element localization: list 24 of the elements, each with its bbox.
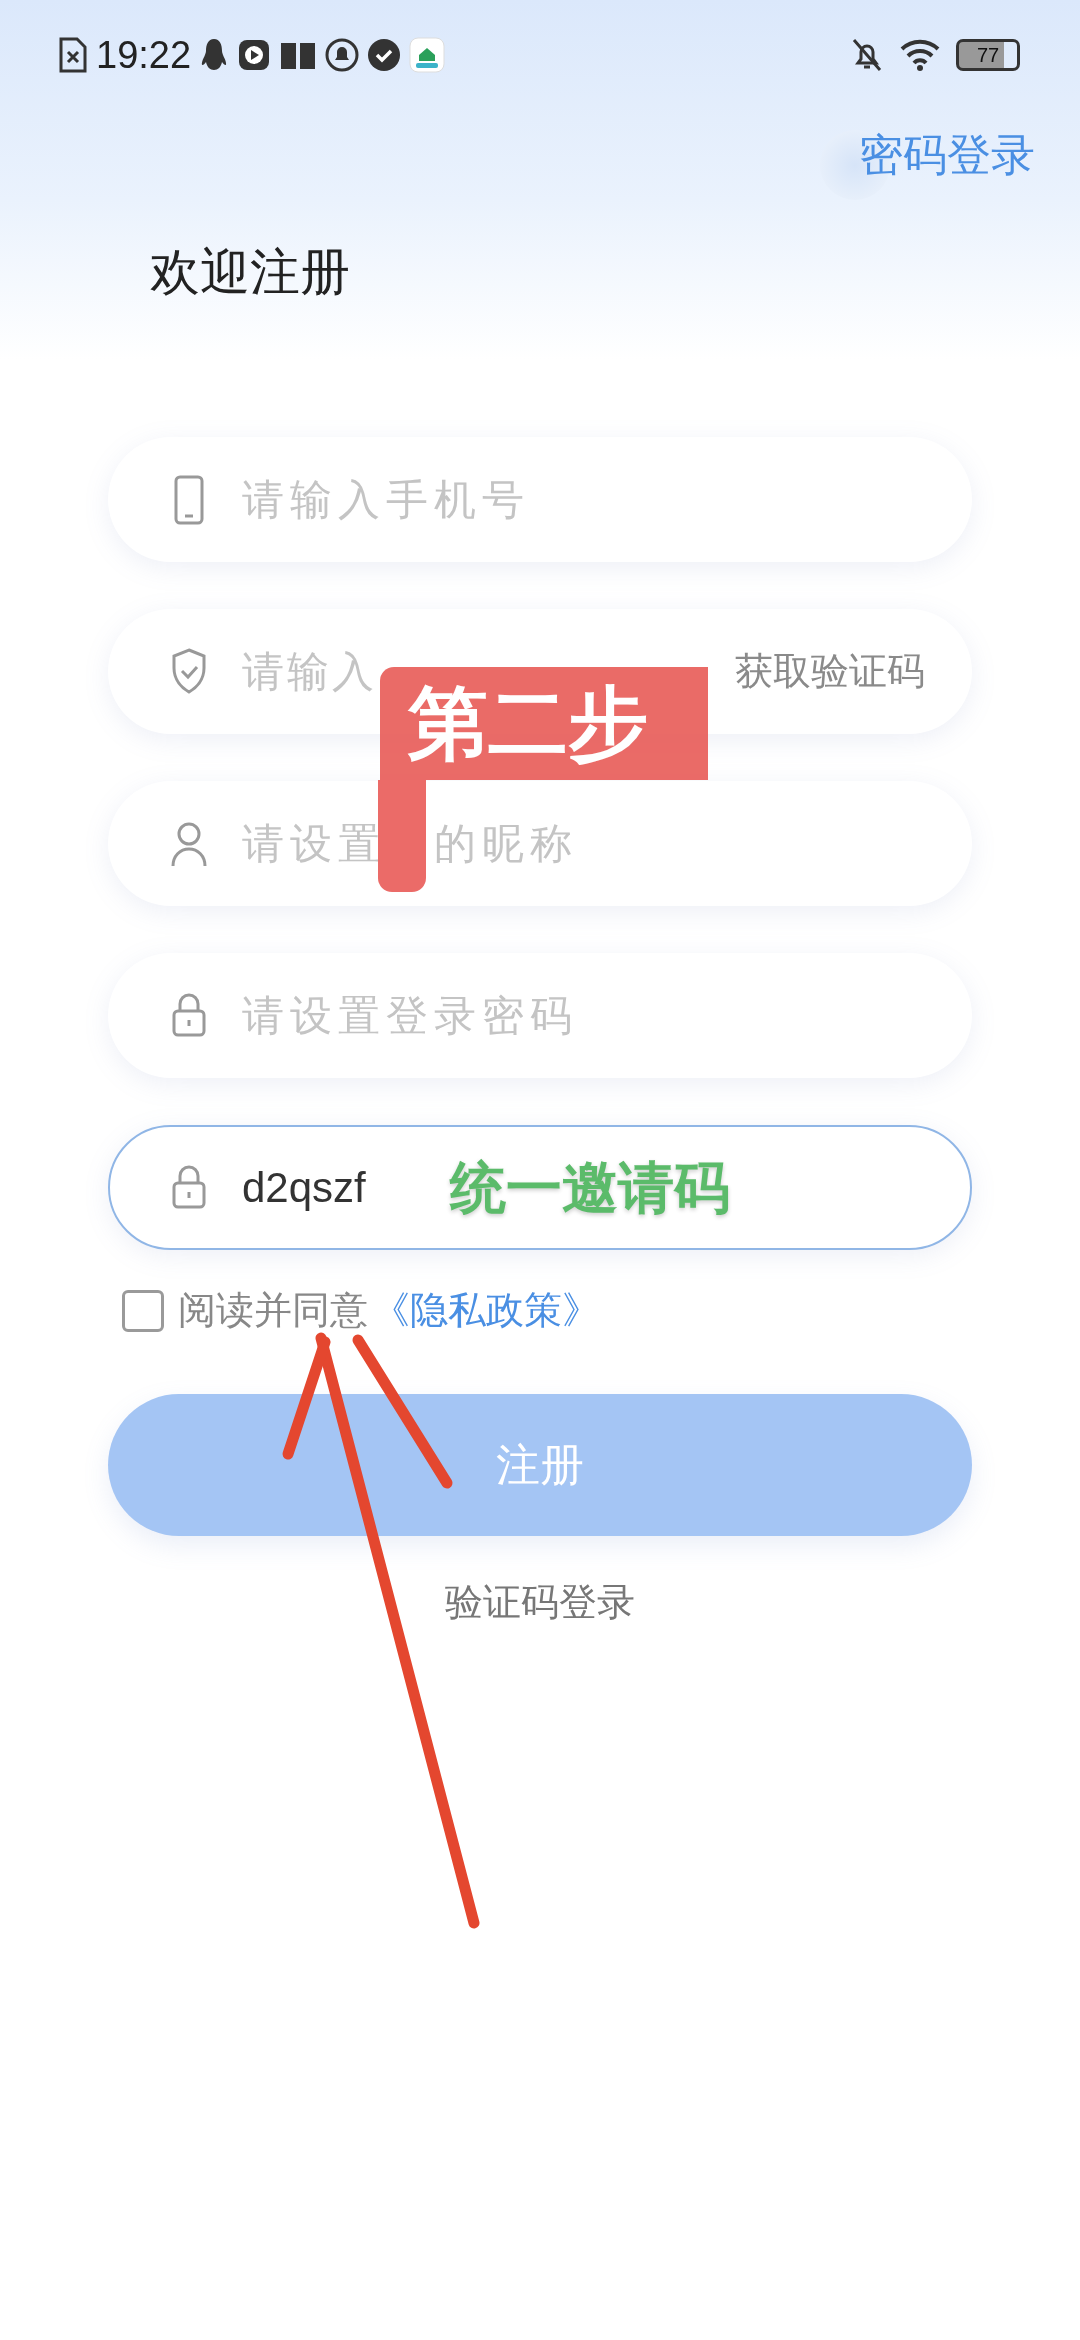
- bell-off-icon: [850, 37, 884, 73]
- input-field[interactable]: 请输入手机号: [242, 468, 925, 531]
- get-code-button[interactable]: 获取验证码: [735, 643, 925, 700]
- input-field[interactable]: d2qszf: [242, 1156, 392, 1219]
- input-field[interactable]: 请输入: [242, 640, 376, 703]
- battery-indicator: 77: [956, 39, 1020, 71]
- register-button[interactable]: 注册: [108, 1394, 972, 1536]
- play-icon: [237, 38, 272, 72]
- agreement-text: 阅读并同意: [178, 1288, 368, 1333]
- privacy-policy-link[interactable]: 《隐私政策》: [372, 1282, 600, 1339]
- input-field[interactable]: 请设置登录密码: [242, 984, 925, 1047]
- check-circle-icon: [367, 38, 402, 72]
- page-title: 欢迎注册: [150, 243, 351, 302]
- password-login-link[interactable]: 密码登录: [859, 122, 1035, 188]
- input-field[interactable]: 请设置 的昵称: [242, 812, 925, 875]
- step-label: 第二步: [380, 667, 708, 780]
- house-app-icon: [409, 37, 446, 73]
- code-login-link[interactable]: 验证码登录: [445, 1574, 635, 1631]
- bell-icon: [325, 38, 360, 72]
- wifi-icon: [900, 39, 940, 71]
- file-icon: [58, 37, 88, 73]
- annotation-text: 统一邀请码: [450, 1154, 730, 1221]
- checkbox[interactable]: [122, 1289, 164, 1332]
- status-time: 19:22: [96, 32, 192, 78]
